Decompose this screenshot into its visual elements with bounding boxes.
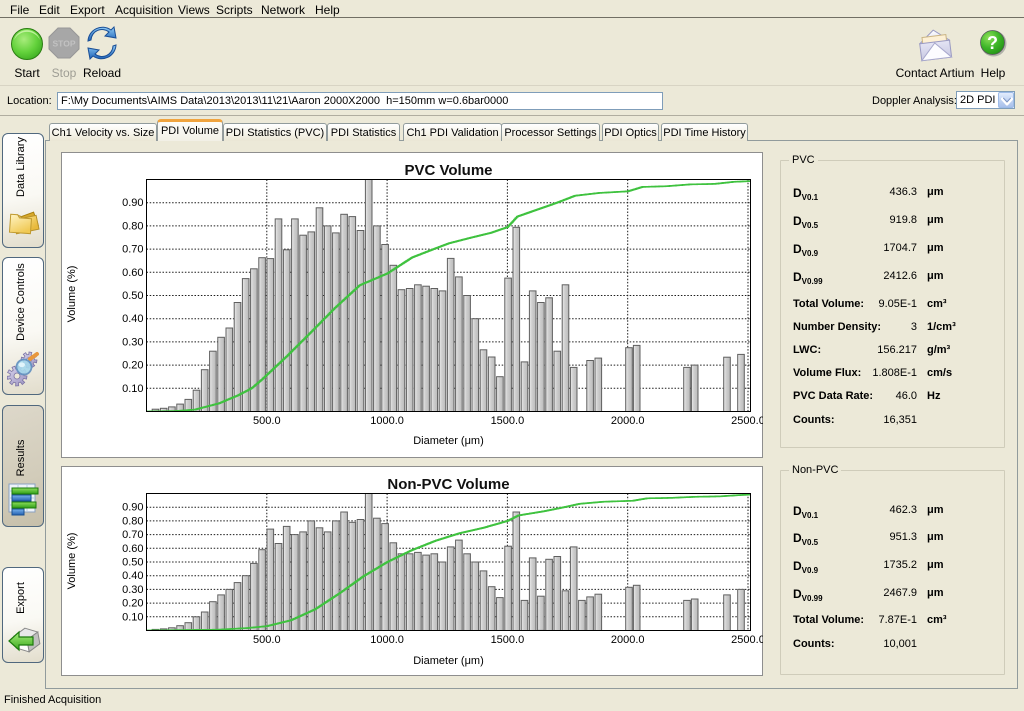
svg-text:2500.0: 2500.0 <box>731 415 763 427</box>
svg-text:0.50: 0.50 <box>122 290 143 302</box>
svg-text:0.40: 0.40 <box>122 570 143 582</box>
svg-text:1500.0: 1500.0 <box>491 415 525 427</box>
svg-text:500.0: 500.0 <box>253 415 281 427</box>
svg-text:0.30: 0.30 <box>122 336 143 348</box>
svg-text:PVC Volume: PVC Volume <box>404 162 492 179</box>
svg-text:2000.0: 2000.0 <box>611 415 645 427</box>
svg-text:Diameter (μm): Diameter (μm) <box>413 655 484 667</box>
svg-text:0.30: 0.30 <box>122 584 143 596</box>
svg-text:500.0: 500.0 <box>253 634 281 646</box>
svg-text:Diameter (μm): Diameter (μm) <box>413 435 484 447</box>
svg-text:1000.0: 1000.0 <box>370 634 404 646</box>
svg-text:2500.0: 2500.0 <box>731 634 763 646</box>
svg-text:0.40: 0.40 <box>122 313 143 325</box>
svg-text:?: ? <box>987 33 998 53</box>
svg-text:Volume (%): Volume (%) <box>66 266 78 323</box>
svg-text:1500.0: 1500.0 <box>491 634 525 646</box>
svg-text:0.50: 0.50 <box>122 557 143 569</box>
svg-text:Non-PVC Volume: Non-PVC Volume <box>387 476 509 493</box>
svg-text:1000.0: 1000.0 <box>370 415 404 427</box>
svg-text:0.90: 0.90 <box>122 197 143 209</box>
svg-text:0.10: 0.10 <box>122 383 143 395</box>
svg-text:0.80: 0.80 <box>122 515 143 527</box>
svg-text:0.70: 0.70 <box>122 244 143 256</box>
svg-text:0.60: 0.60 <box>122 267 143 279</box>
svg-text:STOP: STOP <box>53 39 76 49</box>
svg-text:0.60: 0.60 <box>122 543 143 555</box>
svg-text:0.80: 0.80 <box>122 220 143 232</box>
svg-text:0.20: 0.20 <box>122 360 143 372</box>
svg-text:0.90: 0.90 <box>122 502 143 514</box>
svg-text:0.20: 0.20 <box>122 598 143 610</box>
svg-text:0.10: 0.10 <box>122 611 143 623</box>
svg-text:Volume (%): Volume (%) <box>66 533 78 590</box>
svg-text:0.70: 0.70 <box>122 529 143 541</box>
svg-text:2000.0: 2000.0 <box>611 634 645 646</box>
